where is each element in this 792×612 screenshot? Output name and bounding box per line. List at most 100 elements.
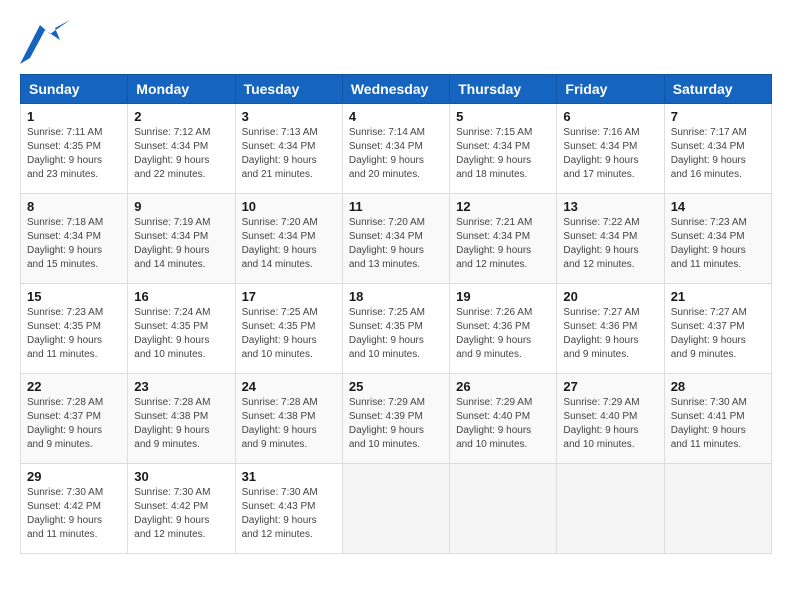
day-number: 4 xyxy=(349,109,443,124)
day-number: 25 xyxy=(349,379,443,394)
day-info: Sunrise: 7:19 AM Sunset: 4:34 PM Dayligh… xyxy=(134,216,228,272)
day-info: Sunrise: 7:27 AM Sunset: 4:36 PM Dayligh… xyxy=(563,306,657,362)
calendar-day-cell: 8 Sunrise: 7:18 AM Sunset: 4:34 PM Dayli… xyxy=(21,194,128,284)
day-info: Sunrise: 7:30 AM Sunset: 4:42 PM Dayligh… xyxy=(27,486,121,542)
sunset-label: Sunset: 4:34 PM xyxy=(134,141,208,152)
sunrise-label: Sunrise: 7:27 AM xyxy=(671,307,747,318)
calendar-day-cell: 29 Sunrise: 7:30 AM Sunset: 4:42 PM Dayl… xyxy=(21,464,128,554)
calendar-table: SundayMondayTuesdayWednesdayThursdayFrid… xyxy=(20,74,772,554)
day-number: 14 xyxy=(671,199,765,214)
calendar-day-cell: 24 Sunrise: 7:28 AM Sunset: 4:38 PM Dayl… xyxy=(235,374,342,464)
day-number: 12 xyxy=(456,199,550,214)
daylight-label: Daylight: 9 hours and 11 minutes. xyxy=(671,425,746,450)
sunset-label: Sunset: 4:34 PM xyxy=(456,141,530,152)
sunset-label: Sunset: 4:34 PM xyxy=(671,141,745,152)
daylight-label: Daylight: 9 hours and 9 minutes. xyxy=(671,335,746,360)
day-info: Sunrise: 7:12 AM Sunset: 4:34 PM Dayligh… xyxy=(134,126,228,182)
day-number: 22 xyxy=(27,379,121,394)
calendar-day-cell: 7 Sunrise: 7:17 AM Sunset: 4:34 PM Dayli… xyxy=(664,104,771,194)
sunrise-label: Sunrise: 7:17 AM xyxy=(671,127,747,138)
day-info: Sunrise: 7:25 AM Sunset: 4:35 PM Dayligh… xyxy=(349,306,443,362)
day-info: Sunrise: 7:14 AM Sunset: 4:34 PM Dayligh… xyxy=(349,126,443,182)
sunrise-label: Sunrise: 7:24 AM xyxy=(134,307,210,318)
logo xyxy=(20,20,74,64)
sunset-label: Sunset: 4:37 PM xyxy=(671,321,745,332)
daylight-label: Daylight: 9 hours and 20 minutes. xyxy=(349,155,424,180)
calendar-day-cell: 2 Sunrise: 7:12 AM Sunset: 4:34 PM Dayli… xyxy=(128,104,235,194)
sunrise-label: Sunrise: 7:27 AM xyxy=(563,307,639,318)
daylight-label: Daylight: 9 hours and 21 minutes. xyxy=(242,155,317,180)
daylight-label: Daylight: 9 hours and 12 minutes. xyxy=(134,515,209,540)
day-number: 27 xyxy=(563,379,657,394)
calendar-day-cell: 4 Sunrise: 7:14 AM Sunset: 4:34 PM Dayli… xyxy=(342,104,449,194)
calendar-day-cell: 10 Sunrise: 7:20 AM Sunset: 4:34 PM Dayl… xyxy=(235,194,342,284)
day-number: 7 xyxy=(671,109,765,124)
sunrise-label: Sunrise: 7:18 AM xyxy=(27,217,103,228)
daylight-label: Daylight: 9 hours and 11 minutes. xyxy=(671,245,746,270)
daylight-label: Daylight: 9 hours and 9 minutes. xyxy=(27,425,102,450)
day-number: 2 xyxy=(134,109,228,124)
sunrise-label: Sunrise: 7:16 AM xyxy=(563,127,639,138)
weekday-header: Tuesday xyxy=(235,75,342,104)
sunset-label: Sunset: 4:35 PM xyxy=(242,321,316,332)
calendar-day-cell: 27 Sunrise: 7:29 AM Sunset: 4:40 PM Dayl… xyxy=(557,374,664,464)
sunrise-label: Sunrise: 7:19 AM xyxy=(134,217,210,228)
day-number: 1 xyxy=(27,109,121,124)
sunrise-label: Sunrise: 7:25 AM xyxy=(349,307,425,318)
calendar-day-cell: 9 Sunrise: 7:19 AM Sunset: 4:34 PM Dayli… xyxy=(128,194,235,284)
daylight-label: Daylight: 9 hours and 10 minutes. xyxy=(456,425,531,450)
sunset-label: Sunset: 4:34 PM xyxy=(134,231,208,242)
calendar-day-cell: 18 Sunrise: 7:25 AM Sunset: 4:35 PM Dayl… xyxy=(342,284,449,374)
sunrise-label: Sunrise: 7:29 AM xyxy=(349,397,425,408)
calendar-day-cell xyxy=(664,464,771,554)
daylight-label: Daylight: 9 hours and 10 minutes. xyxy=(242,335,317,360)
day-info: Sunrise: 7:26 AM Sunset: 4:36 PM Dayligh… xyxy=(456,306,550,362)
sunrise-label: Sunrise: 7:23 AM xyxy=(671,217,747,228)
calendar-day-cell: 26 Sunrise: 7:29 AM Sunset: 4:40 PM Dayl… xyxy=(450,374,557,464)
sunset-label: Sunset: 4:35 PM xyxy=(27,321,101,332)
daylight-label: Daylight: 9 hours and 11 minutes. xyxy=(27,335,102,360)
daylight-label: Daylight: 9 hours and 12 minutes. xyxy=(242,515,317,540)
calendar-day-cell: 17 Sunrise: 7:25 AM Sunset: 4:35 PM Dayl… xyxy=(235,284,342,374)
calendar-day-cell: 30 Sunrise: 7:30 AM Sunset: 4:42 PM Dayl… xyxy=(128,464,235,554)
calendar-week-row: 1 Sunrise: 7:11 AM Sunset: 4:35 PM Dayli… xyxy=(21,104,772,194)
sunrise-label: Sunrise: 7:28 AM xyxy=(242,397,318,408)
day-info: Sunrise: 7:21 AM Sunset: 4:34 PM Dayligh… xyxy=(456,216,550,272)
sunset-label: Sunset: 4:35 PM xyxy=(27,141,101,152)
sunset-label: Sunset: 4:42 PM xyxy=(134,501,208,512)
daylight-label: Daylight: 9 hours and 9 minutes. xyxy=(456,335,531,360)
daylight-label: Daylight: 9 hours and 12 minutes. xyxy=(563,245,638,270)
sunrise-label: Sunrise: 7:20 AM xyxy=(349,217,425,228)
sunset-label: Sunset: 4:34 PM xyxy=(671,231,745,242)
day-number: 8 xyxy=(27,199,121,214)
sunset-label: Sunset: 4:43 PM xyxy=(242,501,316,512)
day-number: 10 xyxy=(242,199,336,214)
day-info: Sunrise: 7:23 AM Sunset: 4:34 PM Dayligh… xyxy=(671,216,765,272)
sunrise-label: Sunrise: 7:29 AM xyxy=(456,397,532,408)
day-info: Sunrise: 7:24 AM Sunset: 4:35 PM Dayligh… xyxy=(134,306,228,362)
daylight-label: Daylight: 9 hours and 14 minutes. xyxy=(134,245,209,270)
day-info: Sunrise: 7:18 AM Sunset: 4:34 PM Dayligh… xyxy=(27,216,121,272)
day-number: 19 xyxy=(456,289,550,304)
sunrise-label: Sunrise: 7:20 AM xyxy=(242,217,318,228)
calendar-day-cell: 6 Sunrise: 7:16 AM Sunset: 4:34 PM Dayli… xyxy=(557,104,664,194)
day-number: 18 xyxy=(349,289,443,304)
day-number: 28 xyxy=(671,379,765,394)
calendar-day-cell: 21 Sunrise: 7:27 AM Sunset: 4:37 PM Dayl… xyxy=(664,284,771,374)
sunrise-label: Sunrise: 7:26 AM xyxy=(456,307,532,318)
daylight-label: Daylight: 9 hours and 10 minutes. xyxy=(349,425,424,450)
sunset-label: Sunset: 4:38 PM xyxy=(134,411,208,422)
calendar-day-cell: 28 Sunrise: 7:30 AM Sunset: 4:41 PM Dayl… xyxy=(664,374,771,464)
day-number: 26 xyxy=(456,379,550,394)
sunset-label: Sunset: 4:36 PM xyxy=(456,321,530,332)
calendar-day-cell: 5 Sunrise: 7:15 AM Sunset: 4:34 PM Dayli… xyxy=(450,104,557,194)
weekday-header: Wednesday xyxy=(342,75,449,104)
calendar-day-cell: 19 Sunrise: 7:26 AM Sunset: 4:36 PM Dayl… xyxy=(450,284,557,374)
sunset-label: Sunset: 4:34 PM xyxy=(242,231,316,242)
calendar-day-cell: 22 Sunrise: 7:28 AM Sunset: 4:37 PM Dayl… xyxy=(21,374,128,464)
sunrise-label: Sunrise: 7:25 AM xyxy=(242,307,318,318)
sunrise-label: Sunrise: 7:30 AM xyxy=(27,487,103,498)
day-info: Sunrise: 7:25 AM Sunset: 4:35 PM Dayligh… xyxy=(242,306,336,362)
weekday-header: Monday xyxy=(128,75,235,104)
day-number: 11 xyxy=(349,199,443,214)
